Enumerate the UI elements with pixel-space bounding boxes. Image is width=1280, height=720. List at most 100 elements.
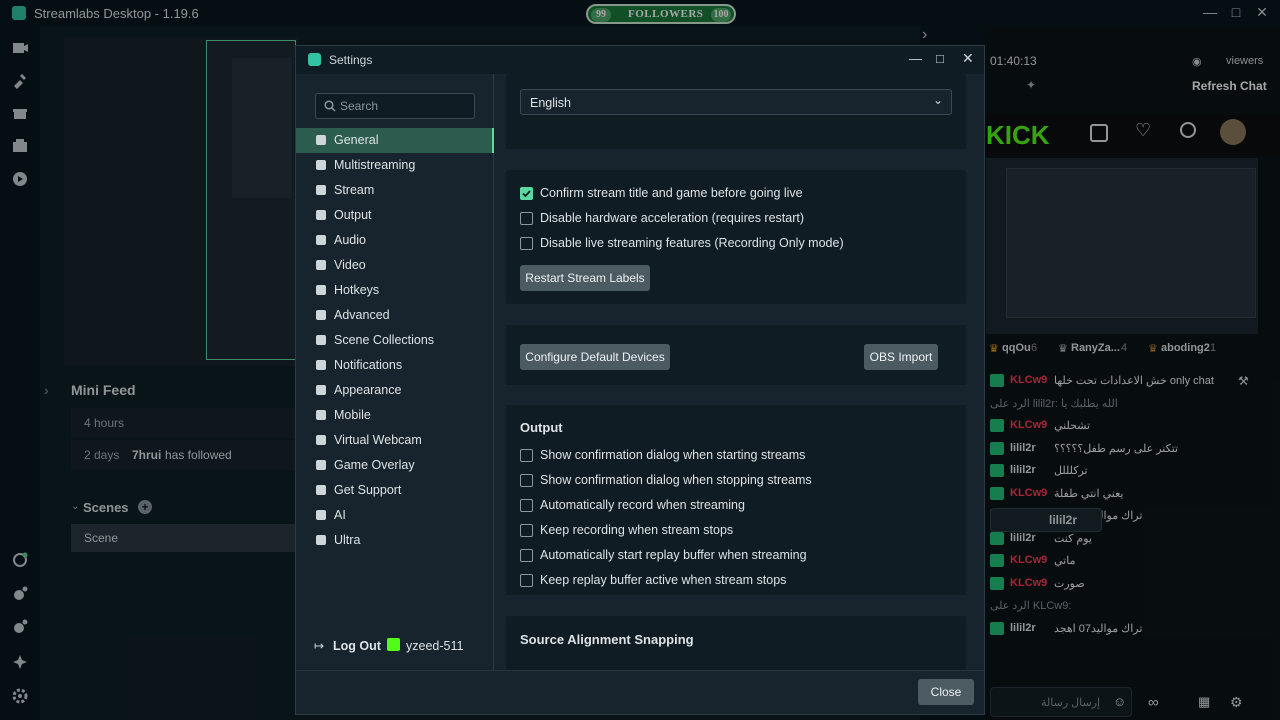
settings-footer: Close: [296, 670, 984, 714]
nav-item-audio[interactable]: Audio: [296, 228, 494, 253]
checkbox[interactable]: [520, 549, 533, 562]
nav-item-output[interactable]: Output: [296, 203, 494, 228]
bell-icon: [314, 358, 328, 372]
nav-item-label: Video: [334, 258, 366, 272]
checkbox[interactable]: [520, 474, 533, 487]
wrench-icon: [314, 308, 328, 322]
checkbox[interactable]: [520, 212, 533, 225]
output-title: Output: [520, 420, 563, 435]
nav-item-appearance[interactable]: Appearance: [296, 378, 494, 403]
settings-sidebar: Search General Multistreaming Stream Output…: [296, 74, 494, 670]
chevron-down-icon: ⌄: [933, 93, 944, 107]
nav-item-hotkeys[interactable]: Hotkeys: [296, 278, 494, 303]
search-placeholder: Search: [340, 99, 379, 113]
nav-item-ultra[interactable]: Ultra: [296, 528, 494, 553]
globe-icon: [314, 183, 328, 197]
checkbox-label[interactable]: Automatically record when streaming: [540, 498, 745, 512]
nav-item-stream[interactable]: Stream: [296, 178, 494, 203]
nav-item-label: Appearance: [334, 383, 402, 397]
nav-item-get-support[interactable]: Get Support: [296, 478, 494, 503]
search-input[interactable]: Search: [315, 93, 475, 119]
nav-item-notifications[interactable]: Notifications: [296, 353, 494, 378]
nav-item-label: Get Support: [334, 483, 402, 497]
nav-item-label: Virtual Webcam: [334, 433, 422, 447]
ultra-icon: [314, 533, 328, 547]
checkbox-label[interactable]: Disable live streaming features (Recordi…: [540, 236, 844, 250]
settings-content: English ⌄ Confirm stream title and game …: [494, 74, 984, 670]
scene-collections-icon: [314, 333, 328, 347]
sparkle-icon: [314, 508, 328, 522]
help-icon: [314, 483, 328, 497]
nav-item-mobile[interactable]: Mobile: [296, 403, 494, 428]
logout-icon: ↦: [314, 639, 325, 653]
overlay-icon: [314, 458, 328, 472]
nav-item-label: Audio: [334, 233, 366, 247]
streamlabs-logo-icon: [308, 53, 321, 66]
camera-icon: [314, 433, 328, 447]
close-icon[interactable]: ✕: [962, 50, 974, 67]
general-options-card: Confirm stream title and game before goi…: [506, 170, 966, 304]
nav-item-label: Game Overlay: [334, 458, 415, 472]
settings-title: Settings: [329, 53, 373, 67]
obs-import-button[interactable]: OBS Import: [864, 344, 938, 370]
checkbox-label[interactable]: Confirm stream title and game before goi…: [540, 186, 803, 200]
grid-icon: [314, 133, 328, 147]
language-value: English: [530, 96, 571, 110]
maximize-icon[interactable]: □: [936, 51, 944, 66]
nav-item-general[interactable]: General: [296, 128, 494, 153]
nav-item-video[interactable]: Video: [296, 253, 494, 278]
mobile-icon: [314, 408, 328, 422]
checkbox-label[interactable]: Show confirmation dialog when stopping s…: [540, 473, 812, 487]
audio-icon: [314, 233, 328, 247]
output-card: Output Show confirmation dialog when sta…: [506, 405, 966, 595]
checkbox[interactable]: [520, 237, 533, 250]
nav-item-label: Output: [334, 208, 372, 222]
language-select[interactable]: English ⌄: [520, 89, 952, 115]
checkbox-label[interactable]: Keep replay buffer active when stream st…: [540, 573, 786, 587]
nav-item-label: Stream: [334, 183, 375, 197]
nav-item-game-overlay[interactable]: Game Overlay: [296, 453, 494, 478]
nav-item-label: Ultra: [334, 533, 361, 547]
checkbox-label[interactable]: Show confirmation dialog when starting s…: [540, 448, 805, 462]
checkbox[interactable]: [520, 449, 533, 462]
checkbox-label[interactable]: Disable hardware acceleration (requires …: [540, 211, 804, 225]
nav-item-advanced[interactable]: Advanced: [296, 303, 494, 328]
nav-item-label: Advanced: [334, 308, 390, 322]
kick-icon: [387, 638, 400, 651]
nav-item-virtual-webcam[interactable]: Virtual Webcam: [296, 428, 494, 453]
nav-item-ai[interactable]: AI: [296, 503, 494, 528]
checkbox-label[interactable]: Automatically start replay buffer when s…: [540, 548, 807, 562]
checkbox[interactable]: [520, 524, 533, 537]
devices-card: Configure Default Devices OBS Import: [506, 325, 966, 385]
checkbox-label[interactable]: Keep recording when stream stops: [540, 523, 733, 537]
video-icon: [314, 258, 328, 272]
multistream-icon: [314, 158, 328, 172]
account-username: yzeed-511: [406, 639, 464, 653]
configure-default-devices-button[interactable]: Configure Default Devices: [520, 344, 670, 370]
source-alignment-card: Source Alignment Snapping: [506, 616, 966, 670]
nav-item-label: AI: [334, 508, 346, 522]
output-icon: [314, 208, 328, 222]
checkbox[interactable]: [520, 187, 533, 200]
nav-item-scene-collections[interactable]: Scene Collections: [296, 328, 494, 353]
appearance-icon: [314, 383, 328, 397]
nav-item-label: Hotkeys: [334, 283, 380, 297]
nav-item-multistreaming[interactable]: Multistreaming: [296, 153, 494, 178]
close-button[interactable]: Close: [918, 679, 974, 705]
nav-item-label: Scene Collections: [334, 333, 435, 347]
nav-item-label: Mobile: [334, 408, 371, 422]
settings-titlebar: Settings — □ ✕: [296, 46, 984, 74]
language-card: English ⌄: [506, 74, 966, 149]
nav-item-label: Notifications: [334, 358, 403, 372]
minimize-icon[interactable]: —: [909, 51, 922, 66]
logout-button[interactable]: Log Out: [333, 639, 381, 653]
search-icon: [324, 100, 336, 112]
hotkeys-icon: [314, 283, 328, 297]
source-alignment-title: Source Alignment Snapping: [520, 632, 694, 647]
checkbox[interactable]: [520, 574, 533, 587]
checkbox[interactable]: [520, 499, 533, 512]
settings-dialog: Settings — □ ✕ Search General Multistream…: [295, 45, 985, 715]
restart-stream-labels-button[interactable]: Restart Stream Labels: [520, 265, 650, 291]
nav-item-label: Multistreaming: [334, 158, 416, 172]
nav-item-label: General: [334, 133, 379, 147]
